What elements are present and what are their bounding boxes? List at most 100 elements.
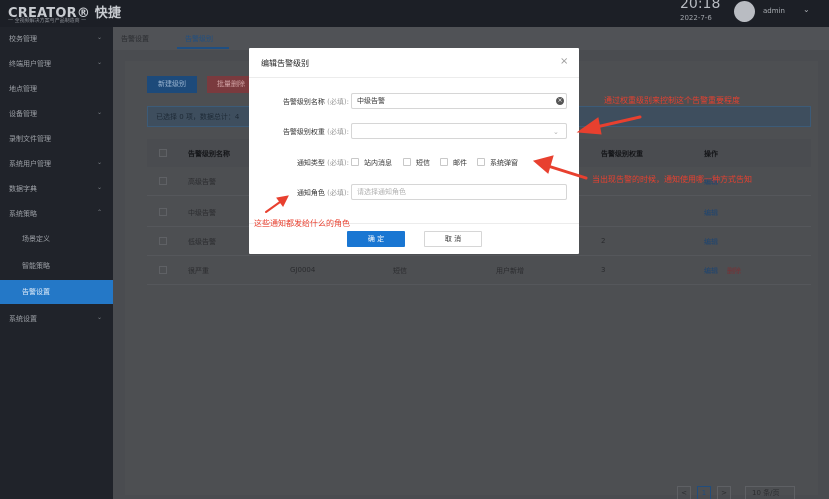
edit-link[interactable]: 编辑 <box>704 266 718 276</box>
clock-date: 2022-7-6 <box>680 14 712 22</box>
sidebar-item-label: 设备管理 <box>9 110 37 118</box>
sidebar-item-system-users[interactable]: 系统用户管理 ⌄ <box>0 152 113 176</box>
required-hint: (必填): <box>327 189 349 197</box>
top-header: CREATOR® 快捷 一 全视频解决方案与产品制造商 一 20:18 2022… <box>0 0 829 27</box>
notify-type-field-label: 通知类型 (必填): <box>297 158 349 168</box>
sidebar-item-label: 系统策略 <box>9 210 37 218</box>
name-label-text: 告警级别名称 <box>282 98 325 106</box>
chevron-down-icon[interactable]: ⌄ <box>803 5 810 14</box>
sidebar-item-locations[interactable]: 地点管理 <box>0 77 113 101</box>
sidebar-item-system-settings[interactable]: 系统设置 ⌄ <box>0 307 113 331</box>
column-header-weight: 告警级别权重 <box>601 150 643 158</box>
column-header-name: 告警级别名称 <box>188 150 230 158</box>
user-name[interactable]: admin <box>763 7 785 15</box>
sidebar-item-label: 系统用户管理 <box>9 160 51 168</box>
chevron-down-icon: ⌄ <box>97 314 103 321</box>
sidebar-item-terminal-users[interactable]: 终端用户管理 ⌄ <box>0 52 113 76</box>
page-1-button[interactable]: 1 <box>697 486 711 499</box>
sidebar-item-smart-policy[interactable]: 智能策略 <box>0 254 113 278</box>
role-select-placeholder: 请选择通知角色 <box>357 188 406 196</box>
name-input-value: 中级告警 <box>357 97 385 105</box>
sidebar-item-data-dictionary[interactable]: 数据字典 ⌄ <box>0 177 113 201</box>
cancel-button[interactable]: 取 消 <box>424 231 482 247</box>
chevron-up-icon: ⌃ <box>97 209 103 216</box>
edit-link[interactable]: 编辑 <box>704 237 718 247</box>
cell-name: 中级告警 <box>188 209 216 217</box>
avatar[interactable] <box>734 1 755 22</box>
notify-in-site-label[interactable]: 站内消息 <box>364 158 392 168</box>
role-field-label: 通知角色 (必填): <box>297 188 349 198</box>
notify-popup-checkbox[interactable] <box>477 158 485 166</box>
row-checkbox[interactable] <box>159 177 167 185</box>
logo-cn-text: 快捷 <box>94 6 122 21</box>
notify-in-site-checkbox[interactable] <box>351 158 359 166</box>
sidebar-item-school-affairs[interactable]: 校务管理 ⌄ <box>0 27 113 51</box>
cell-role: 用户新增 <box>496 267 524 275</box>
new-level-button[interactable]: 新建级别 <box>147 76 197 93</box>
cell-name: 高级告警 <box>188 178 216 186</box>
required-hint: (必填): <box>327 98 349 106</box>
required-hint: (必填): <box>327 128 349 136</box>
clear-icon[interactable]: × <box>556 97 564 105</box>
notify-popup-label[interactable]: 系统弹窗 <box>490 158 518 168</box>
tab-alarm-levels[interactable]: 告警级别 <box>185 34 213 44</box>
sidebar-item-scene-definition[interactable]: 场景定义 <box>0 227 113 251</box>
sidebar-item-devices[interactable]: 设备管理 ⌄ <box>0 102 113 126</box>
weight-label-text: 告警级别权重 <box>282 128 325 136</box>
notify-sms-checkbox[interactable] <box>403 158 411 166</box>
chevron-down-icon: ⌄ <box>97 34 103 41</box>
sidebar-item-label: 终端用户管理 <box>9 60 51 68</box>
dialog-header-divider <box>249 77 579 78</box>
cell-notify-type: 短信 <box>393 267 407 275</box>
sidebar-item-system-policy[interactable]: 系统策略 ⌃ <box>0 202 113 226</box>
annotation-role: 这些通知都发给什么的角色 <box>254 219 350 228</box>
cell-weight: 2 <box>601 237 606 245</box>
sidebar-item-label: 数据字典 <box>9 185 37 193</box>
sidebar-item-label: 校务管理 <box>9 35 37 43</box>
cell-weight: 3 <box>601 266 606 274</box>
name-input[interactable]: 中级告警 × <box>351 93 567 109</box>
sidebar: 校务管理 ⌄ 终端用户管理 ⌄ 地点管理 设备管理 ⌄ 录制文件管理 系统用户管理 ⌄ … <box>0 27 113 499</box>
edit-link[interactable]: 编辑 <box>704 208 718 218</box>
chevron-down-icon: ⌄ <box>553 128 559 136</box>
sidebar-item-label: 告警设置 <box>22 288 50 296</box>
role-label-text: 通知角色 <box>296 189 325 197</box>
row-checkbox[interactable] <box>159 237 167 245</box>
prev-page-button[interactable]: < <box>677 486 691 499</box>
logo-subtitle: 一 全视频解决方案与产品制造商 一 <box>8 18 87 24</box>
batch-delete-button[interactable]: 批量删除 <box>207 76 255 93</box>
next-page-button[interactable]: > <box>717 486 731 499</box>
dialog-title: 编辑告警级别 <box>261 59 309 68</box>
tab-alarm-settings[interactable]: 告警设置 <box>121 34 149 44</box>
tab-bar: 告警设置 告警级别 <box>113 27 829 50</box>
cell-name: 低级告警 <box>188 238 216 246</box>
sidebar-item-alarm-settings[interactable]: 告警设置 <box>0 280 113 304</box>
notify-type-label-text: 通知类型 <box>296 159 325 167</box>
chevron-down-icon: ⌄ <box>97 59 103 66</box>
cell-name: 很严重 <box>188 267 209 275</box>
close-icon[interactable]: × <box>560 56 568 67</box>
name-field-label: 告警级别名称 (必填): <box>283 97 349 107</box>
clock-time: 20:18 <box>680 0 721 12</box>
sidebar-item-label: 智能策略 <box>22 262 50 270</box>
chevron-down-icon: ⌄ <box>97 184 103 191</box>
sidebar-item-label: 场景定义 <box>22 235 50 243</box>
row-checkbox[interactable] <box>159 266 167 274</box>
required-hint: (必填): <box>327 159 349 167</box>
select-all-checkbox[interactable] <box>159 149 167 157</box>
cell-code: GJ0004 <box>290 266 316 274</box>
row-checkbox[interactable] <box>159 208 167 216</box>
page-size-select[interactable]: 10 条/页 <box>745 486 795 499</box>
notify-sms-label[interactable]: 短信 <box>416 158 430 168</box>
delete-link[interactable]: 删除 <box>727 266 741 276</box>
chevron-down-icon: ⌄ <box>97 159 103 166</box>
role-select[interactable]: 请选择通知角色 <box>351 184 567 200</box>
confirm-button[interactable]: 确 定 <box>347 231 405 247</box>
active-tab-indicator <box>177 47 229 49</box>
sidebar-item-label: 录制文件管理 <box>9 135 51 143</box>
weight-select[interactable]: ⌄ <box>351 123 567 139</box>
notify-email-label[interactable]: 邮件 <box>453 158 467 168</box>
notify-email-checkbox[interactable] <box>440 158 448 166</box>
weight-field-label: 告警级别权重 (必填): <box>283 127 349 137</box>
sidebar-item-recordings[interactable]: 录制文件管理 <box>0 127 113 151</box>
